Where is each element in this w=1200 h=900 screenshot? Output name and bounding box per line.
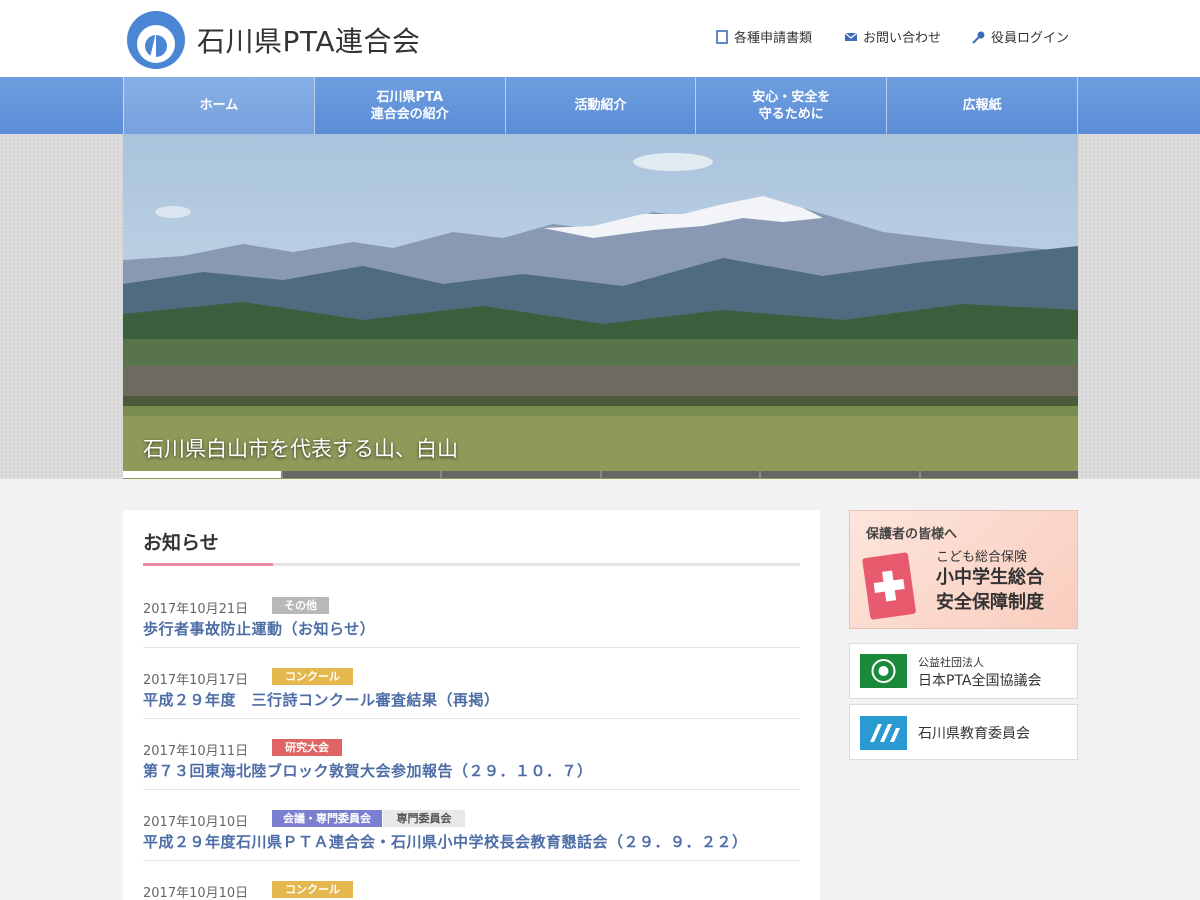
hero-slider[interactable]: 石川県白山市を代表する山、白山 (123, 134, 1078, 479)
nav-item-safety[interactable]: 安心・安全を 守るために (695, 77, 886, 134)
site-header: 石川県PTA連合会 各種申請書類 お問い合わせ 役員ログイン (0, 0, 1200, 77)
japan-pta-link[interactable]: 公益社団法人 日本PTA全国協議会 (849, 643, 1078, 699)
ishikawa-board-logo-icon (860, 716, 907, 750)
insurance-subtitle: こども総合保険 (936, 550, 1028, 565)
japan-pta-name: 日本PTA全国協議会 (918, 673, 1042, 689)
ishikawa-board-link[interactable]: 石川県教育委員会 (849, 704, 1078, 760)
japan-pta-org-type: 公益社団法人 (918, 656, 984, 669)
news-item: 2017年10月17日 コンクール 平成２９年度 三行詩コンクール審査結果（再掲… (143, 648, 800, 719)
officer-login-label: 役員ログイン (991, 31, 1070, 46)
slide-indicator[interactable] (442, 471, 600, 478)
news-title-link[interactable]: 第７３回東海北陸ブロック敦賀大会参加報告（２９．１０．７） (143, 760, 593, 781)
forms-link-label: 各種申請書類 (734, 31, 813, 46)
contact-link-label: お問い合わせ (863, 31, 942, 46)
insurance-banner[interactable]: 保護者の皆様へ こども総合保険 小中学生総合 安全保障制度 (849, 510, 1078, 629)
news-title-link[interactable]: 歩行者事故防止運動（お知らせ） (143, 618, 375, 639)
category-tag[interactable]: 会議・専門委員会 (272, 810, 382, 827)
document-icon (716, 29, 728, 44)
slide-indicator[interactable] (761, 471, 919, 478)
news-panel: お知らせ 2017年10月21日 その他 歩行者事故防止運動（お知らせ） 201… (123, 510, 820, 900)
news-date: 2017年10月10日 (143, 886, 249, 900)
mail-icon (844, 32, 858, 41)
category-tag[interactable]: コンクール (272, 668, 353, 685)
slide-indicator[interactable] (123, 471, 281, 478)
nav-item-newsletter[interactable]: 広報紙 (886, 77, 1078, 134)
key-icon (972, 31, 985, 44)
slide-indicator[interactable] (601, 471, 759, 478)
slide-indicator[interactable] (282, 471, 440, 478)
news-item: 2017年10月21日 その他 歩行者事故防止運動（お知らせ） (143, 577, 800, 648)
site-title[interactable]: 石川県PTA連合会 (197, 20, 420, 60)
forms-link[interactable]: 各種申請書類 (715, 27, 812, 46)
nav-item-home[interactable]: ホーム (123, 77, 314, 134)
news-date: 2017年10月17日 (143, 673, 249, 688)
global-nav: ホーム 石川県PTA 連合会の紹介 活動紹介 安心・安全を 守るために 広報紙 (0, 77, 1200, 134)
category-tag[interactable]: その他 (272, 597, 329, 614)
news-date: 2017年10月11日 (143, 744, 249, 759)
insurance-title: 小中学生総合 安全保障制度 (936, 567, 1044, 613)
news-heading-rule (143, 563, 800, 566)
officer-login-link[interactable]: 役員ログイン (972, 27, 1069, 46)
contact-link[interactable]: お問い合わせ (844, 27, 941, 46)
news-title-link[interactable]: 平成２９年度 三行詩コンクール審査結果（再掲） (143, 689, 500, 710)
news-date: 2017年10月10日 (143, 815, 249, 830)
news-heading: お知らせ (143, 532, 219, 554)
nav-item-about[interactable]: 石川県PTA 連合会の紹介 (313, 77, 505, 134)
hero-mountain-image (123, 134, 1078, 479)
slider-pagination (123, 471, 1078, 478)
news-title-link[interactable]: 平成２９年度石川県ＰＴＡ連合会・石川県小中学校長会教育懇話会（２９．９．２２） (143, 831, 748, 852)
subcategory-tag[interactable]: 専門委員会 (383, 810, 465, 827)
category-tag[interactable]: 研究大会 (272, 739, 342, 756)
news-date: 2017年10月21日 (143, 602, 249, 617)
nav-item-activities[interactable]: 活動紹介 (504, 77, 696, 134)
hero-caption: 石川県白山市を代表する山、白山 (143, 437, 458, 461)
pta-logo-icon[interactable] (126, 10, 186, 70)
ishikawa-board-name: 石川県教育委員会 (918, 726, 1030, 742)
insurance-lead: 保護者の皆様へ (866, 527, 958, 542)
first-aid-book-icon (862, 552, 916, 620)
category-tag[interactable]: コンクール (272, 881, 353, 898)
news-item: 2017年10月11日 研究大会 第７３回東海北陸ブロック敦賀大会参加報告（２９… (143, 719, 800, 790)
news-item: 2017年10月10日 コンクール (143, 861, 800, 900)
slide-indicator[interactable] (920, 471, 1078, 478)
news-item: 2017年10月10日 会議・専門委員会 専門委員会 平成２９年度石川県ＰＴＡ連… (143, 790, 800, 861)
japan-pta-emblem-icon (860, 654, 907, 688)
